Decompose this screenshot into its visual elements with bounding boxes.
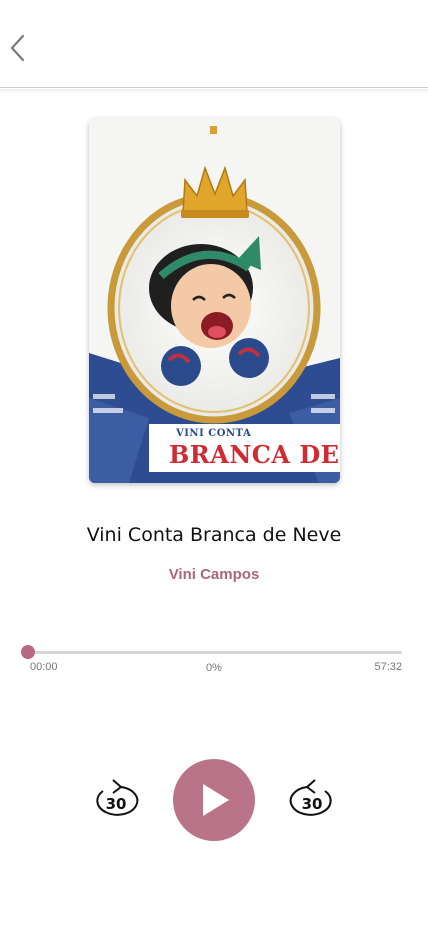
skip-forward-30-button[interactable]: 30 (287, 778, 337, 822)
play-button[interactable] (173, 759, 255, 841)
book-title: Vini Conta Branca de Neve (86, 524, 342, 546)
skip-forward-label: 30 (301, 795, 323, 813)
top-bar (0, 0, 428, 88)
play-icon (203, 784, 229, 816)
book-author[interactable]: Vini Campos (0, 566, 428, 583)
back-button[interactable] (4, 28, 32, 68)
book-cover: VINI CONTA BRANCA DE NEVE (89, 118, 340, 483)
header-divider (0, 89, 428, 93)
cover-title: BRANCA DE NEVE (169, 440, 340, 469)
total-time: 57:32 (374, 661, 402, 673)
progress-bar[interactable] (21, 645, 402, 659)
skip-back-label: 30 (105, 795, 127, 813)
progress-knob[interactable] (21, 645, 35, 659)
skip-back-30-button[interactable]: 30 (91, 778, 141, 822)
progress-percent: 0% (206, 662, 222, 674)
chevron-left-icon (10, 34, 25, 62)
cover-subtitle: VINI CONTA (176, 428, 252, 439)
